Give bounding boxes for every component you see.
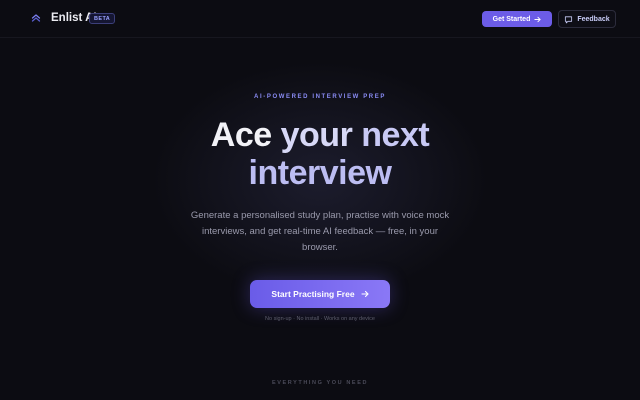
arrow-right-icon: [361, 290, 369, 298]
hero-fine-print: No sign-up · No install · Works on any d…: [265, 316, 375, 322]
cta-label: Start Practising Free: [271, 289, 355, 299]
title-word: next: [361, 116, 430, 154]
start-practising-button[interactable]: Start Practising Free: [250, 280, 390, 308]
beta-badge: BETA: [89, 13, 116, 24]
hero-eyebrow: AI-POWERED INTERVIEW PREP: [254, 94, 386, 100]
top-nav: Enlist AI BETA Get Started Feedback: [0, 0, 640, 38]
features-section-label: EVERYTHING YOU NEED: [271, 380, 369, 386]
get-started-button[interactable]: Get Started: [482, 11, 552, 27]
landing-page: Enlist AI BETA Get Started Feedback AI-P…: [0, 0, 640, 400]
arrow-right-icon: [534, 16, 541, 23]
feedback-button[interactable]: Feedback: [558, 10, 616, 28]
title-word: Ace: [210, 116, 272, 154]
title-word: your: [280, 116, 353, 154]
chat-bubble-icon: [564, 15, 573, 24]
title-word: interview: [248, 154, 392, 192]
hero-title: Ace your next interview: [0, 116, 640, 192]
get-started-label: Get Started: [492, 15, 531, 23]
hero-description: Generate a personalised study plan, prac…: [190, 210, 450, 253]
double-chevron-up-icon[interactable]: [30, 12, 42, 24]
feedback-label: Feedback: [577, 15, 610, 23]
